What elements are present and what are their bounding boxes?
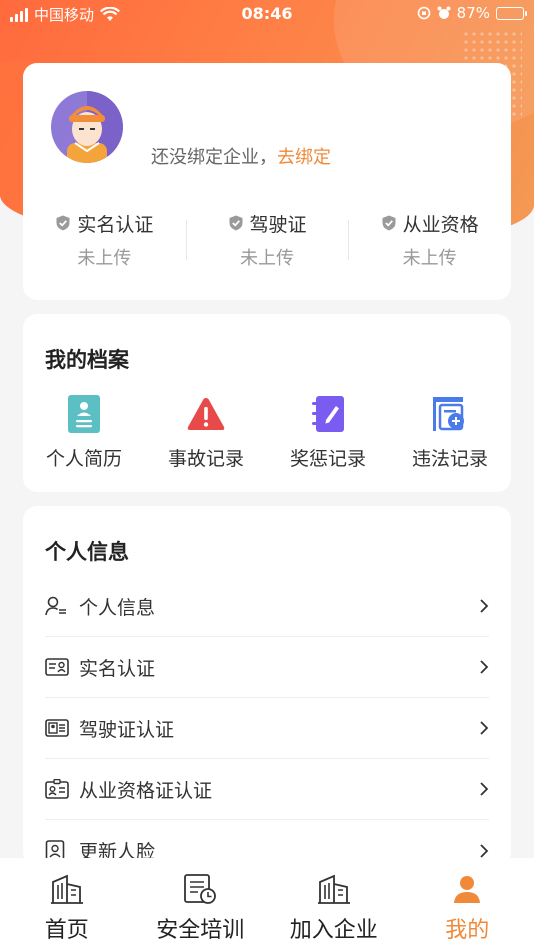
list-item-personal-info[interactable]: 个人信息 <box>45 576 489 637</box>
archive-resume[interactable]: 个人简历 <box>23 394 145 471</box>
list-item-label: 实名认证 <box>79 657 156 680</box>
license-icon <box>45 719 69 737</box>
chevron-right-icon <box>480 843 489 858</box>
archive-rewards[interactable]: 奖惩记录 <box>267 394 389 471</box>
cert-status: 未上传 <box>77 248 132 269</box>
battery-icon <box>496 6 527 20</box>
list-item-qualification[interactable]: 从业资格证认证 <box>45 759 489 820</box>
personal-info-card: 个人信息 个人信息 实名认证 驾驶证认证 从业资格证认证 更新人脸 <box>23 506 511 866</box>
tab-home[interactable]: 首页 <box>0 858 134 950</box>
tab-label: 首页 <box>44 918 89 943</box>
chevron-right-icon <box>480 721 489 735</box>
archive-card: 我的档案 个人简历 事故记录 奖惩记录 违法记录 <box>23 314 511 492</box>
status-bar: 中国移动 08:46 87% <box>0 0 534 28</box>
training-icon <box>184 874 217 904</box>
cert-title: 实名认证 <box>77 213 154 236</box>
tab-mine[interactable]: 我的 <box>401 858 534 950</box>
badge-icon <box>45 779 69 799</box>
chevron-right-icon <box>480 599 489 613</box>
archive-accident[interactable]: 事故记录 <box>145 394 267 471</box>
archive-title: 我的档案 <box>45 348 129 372</box>
cert-status: 未上传 <box>240 248 294 269</box>
user-icon <box>454 876 481 903</box>
list-item-label: 驾驶证认证 <box>79 718 175 741</box>
cert-driver-license[interactable]: 驾驶证 未上传 <box>185 208 349 278</box>
bind-text: 还没绑定企业， <box>151 147 277 168</box>
archive-violation[interactable]: 违法记录 <box>389 394 511 471</box>
cert-qualification[interactable]: 从业资格 未上传 <box>348 208 511 278</box>
ticket-icon <box>433 397 464 431</box>
cert-real-name[interactable]: 实名认证 未上传 <box>23 208 186 278</box>
cert-status: 未上传 <box>402 248 457 269</box>
resume-icon <box>68 395 100 433</box>
cert-title: 驾驶证 <box>249 213 307 236</box>
warning-icon <box>187 398 225 430</box>
archive-label: 奖惩记录 <box>289 448 366 470</box>
verified-badge-icon <box>229 215 242 231</box>
notebook-icon <box>312 396 344 432</box>
verified-badge-icon <box>382 215 396 231</box>
archive-grid: 个人简历 事故记录 奖惩记录 违法记录 <box>23 394 511 471</box>
tab-label: 我的 <box>445 918 490 943</box>
personal-info-title: 个人信息 <box>45 540 129 564</box>
list-item-real-name[interactable]: 实名认证 <box>45 637 489 698</box>
list-item-label: 个人信息 <box>79 596 156 619</box>
tab-join-company[interactable]: 加入企业 <box>267 858 401 950</box>
chevron-right-icon <box>480 782 489 796</box>
tab-label: 加入企业 <box>289 918 378 943</box>
alarm-icon <box>437 6 451 19</box>
personal-info-list: 个人信息 实名认证 驾驶证认证 从业资格证认证 更新人脸 <box>45 576 489 881</box>
avatar[interactable] <box>51 91 123 163</box>
rotation-lock-icon <box>417 6 430 20</box>
archive-label: 个人简历 <box>45 448 122 470</box>
archive-label: 事故记录 <box>167 448 244 470</box>
verified-badge-icon <box>56 215 70 231</box>
battery-percent: 87% <box>456 4 490 22</box>
bottom-tab-bar: 首页 安全培训 加入企业 我的 <box>0 858 534 950</box>
cert-title: 从业资格 <box>402 213 479 236</box>
bind-company-prompt: 还没绑定企业，去绑定 <box>151 143 331 169</box>
archive-label: 违法记录 <box>411 448 488 470</box>
tab-label: 安全培训 <box>156 918 245 943</box>
company-icon <box>317 874 350 904</box>
tab-safety-training[interactable]: 安全培训 <box>134 858 268 950</box>
cert-status-row: 实名认证 未上传 驾驶证 未上传 从业资格 未上传 <box>23 208 511 278</box>
person-list-icon <box>45 596 66 616</box>
building-icon <box>50 874 83 904</box>
chevron-right-icon <box>480 660 489 674</box>
bind-company-link[interactable]: 去绑定 <box>277 147 331 168</box>
id-card-icon <box>45 658 69 676</box>
profile-card: 还没绑定企业，去绑定 实名认证 未上传 驾驶证 未上传 从业资格 未上传 <box>23 63 511 300</box>
list-item-driver-license[interactable]: 驾驶证认证 <box>45 698 489 759</box>
list-item-label: 从业资格证认证 <box>79 779 213 802</box>
